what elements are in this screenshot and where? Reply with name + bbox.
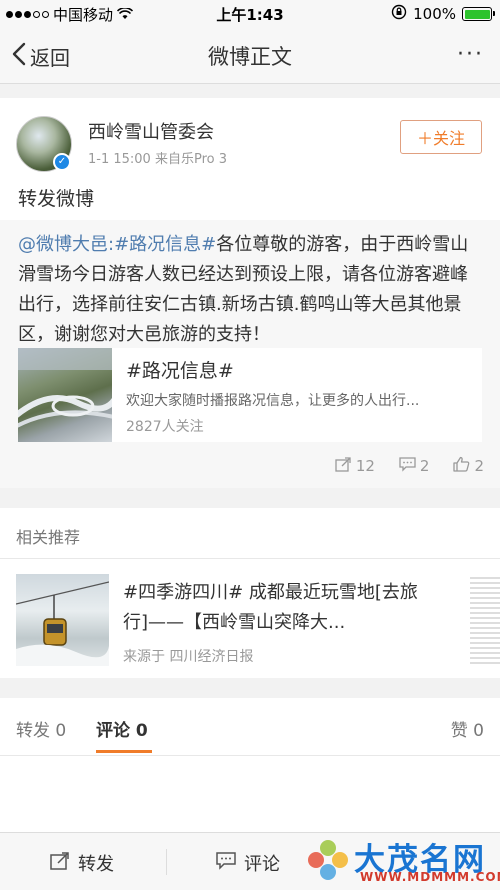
weibo-post: ✓ 西岭雪山管委会 1-1 15:00 来自乐Pro 3 ＋关注 转发微博 @微… (0, 98, 500, 488)
interaction-tabs: 转发 0 评论 0 赞 0 (0, 698, 500, 756)
related-image[interactable] (15, 574, 110, 666)
toolbar-divider (166, 849, 167, 875)
tab-like[interactable]: 赞 0 (451, 716, 484, 741)
hashtag-link[interactable]: #路况信息# (114, 234, 216, 255)
nav-bar: 返回 微博正文 ··· (0, 28, 500, 84)
follow-button[interactable]: ＋关注 (400, 120, 482, 154)
related-next-image[interactable] (470, 574, 500, 666)
comment-button[interactable]: 评论 (216, 850, 280, 876)
status-bar: 中国移动 上午1:43 100% (0, 0, 500, 28)
mention-link[interactable]: @微博大邑: (18, 234, 114, 255)
tab-repost[interactable]: 转发 0 (16, 716, 66, 741)
rotation-lock-icon (391, 4, 407, 24)
comments-list (0, 756, 500, 832)
watermark-logo (306, 838, 350, 882)
quoted-comment-count: 2 (419, 457, 430, 475)
repost-label: 转发 (78, 854, 114, 875)
comment-icon (216, 851, 236, 875)
quoted-like-action[interactable]: 2 (453, 456, 484, 476)
more-button[interactable]: ··· (457, 42, 484, 67)
related-header: 相关推荐 (16, 528, 81, 547)
quoted-post[interactable]: @微博大邑:#路况信息#各位尊敬的游客，由于西岭雪山滑雪场今日游客人数已经达到预… (0, 220, 500, 488)
quoted-comment-action[interactable]: 2 (399, 456, 430, 476)
verified-badge-icon: ✓ (53, 153, 71, 171)
post-text: 转发微博 (18, 188, 95, 210)
tab-comment[interactable]: 评论 0 (96, 716, 148, 741)
comment-icon (399, 456, 416, 476)
battery-icon (462, 7, 495, 21)
battery-percent: 100% (413, 5, 456, 23)
topic-description: 欢迎大家随时播报路况信息，让更多的人出行... (126, 393, 420, 409)
quoted-like-count: 2 (474, 457, 484, 475)
quoted-actions: 12 2 2 (335, 456, 484, 476)
author-name[interactable]: 西岭雪山管委会 (88, 118, 214, 144)
topic-image (18, 348, 112, 442)
topic-card[interactable]: #路况信息# 欢迎大家随时播报路况信息，让更多的人出行... 2827人关注 (18, 348, 482, 442)
page-title: 微博正文 (208, 45, 292, 69)
repost-icon (50, 851, 70, 875)
comment-label: 评论 (244, 854, 280, 875)
watermark-url: WWW.MDMMM.COM (360, 870, 500, 884)
divider (0, 558, 500, 559)
watermark: 大茂名网 WWW.MDMMM.COM (302, 834, 500, 888)
related-section: 相关推荐 #四季游四川# 成都最近玩雪地[去旅行]——【西岭雪山突降大... 来… (0, 508, 500, 678)
repost-button[interactable]: 转发 (50, 850, 114, 876)
active-tab-indicator (96, 750, 152, 753)
topic-title: #路况信息# (126, 360, 234, 382)
topic-followers: 2827人关注 (126, 419, 204, 435)
related-title[interactable]: #四季游四川# 成都最近玩雪地[去旅行]——【西岭雪山突降大... (123, 578, 439, 638)
post-meta: 1-1 15:00 来自乐Pro 3 (88, 152, 227, 167)
thumbs-up-icon (453, 456, 470, 476)
quoted-repost-count: 12 (355, 457, 375, 475)
quoted-text: @微博大邑:#路况信息#各位尊敬的游客，由于西岭雪山滑雪场今日游客人数已经达到预… (18, 230, 484, 350)
related-source: 来源于 四川经济日报 (123, 649, 254, 665)
repost-icon (335, 456, 352, 476)
status-right: 100% (391, 4, 495, 24)
quoted-repost-action[interactable]: 12 (335, 456, 375, 476)
